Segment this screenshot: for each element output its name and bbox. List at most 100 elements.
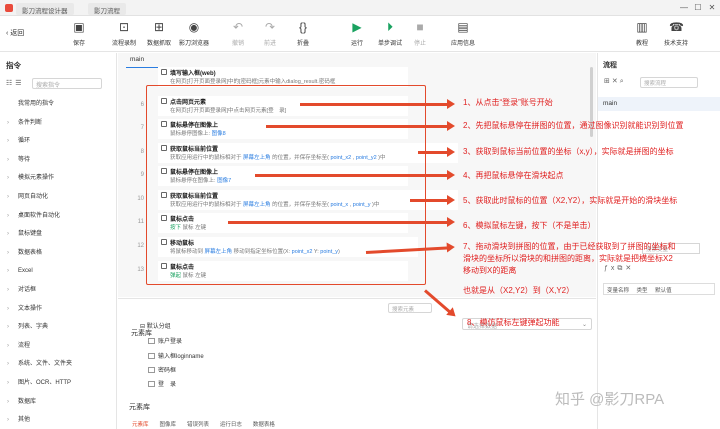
flow-item-main[interactable]: main <box>598 97 720 111</box>
step-number: 13 <box>137 267 144 273</box>
command-category[interactable]: › 模拟元素操作 <box>0 169 116 188</box>
window-tab-flow[interactable]: 影刀流程 <box>88 3 126 15</box>
tab-image-library[interactable]: 图像库 <box>159 420 176 428</box>
annotation-arrow <box>418 146 455 157</box>
step-description: 在网页[打开页面登录网]中的[密码框]元素中输入dialog_result.密码… <box>170 79 336 85</box>
browser-button[interactable]: ◉ 影刀浏览器 <box>176 20 212 47</box>
tree-item-account-login[interactable]: 账户登录 <box>148 336 182 345</box>
back-button[interactable]: ‹ 返回 <box>6 28 24 38</box>
minimize-icon[interactable]: — <box>678 2 690 13</box>
command-category[interactable]: › 鼠标键盘 <box>0 225 116 244</box>
command-category[interactable]: 我常用的指令 <box>0 95 116 114</box>
delete-icon[interactable]: ✕ <box>612 78 620 85</box>
tutorial-button[interactable]: ▥ 教程 <box>624 20 660 47</box>
run-icon: ▶ <box>352 20 362 34</box>
redo-icon: ↷ <box>264 20 276 34</box>
annotation-text: 6、模拟鼠标左键，按下（不是单击） <box>463 221 596 230</box>
debug-icon: ⏵ <box>386 20 393 34</box>
watermark: 知乎 @影刀RPA <box>555 391 665 408</box>
collapse-icon: ⊟ <box>140 324 147 330</box>
command-category-label: 循环 <box>18 138 31 145</box>
chevron-down-icon: ⌄ <box>581 322 587 328</box>
command-category[interactable]: › 等待 <box>0 151 116 170</box>
toolbar-label: 技术支持 <box>663 41 688 47</box>
run-button[interactable]: ▶ 运行 <box>339 20 375 47</box>
formula-icon[interactable]: ƒx <box>604 265 617 272</box>
command-category[interactable]: › 数据表格 <box>0 244 116 263</box>
save-button[interactable]: ▣ 保存 <box>61 20 97 47</box>
back-label: 返回 <box>10 30 25 37</box>
grab-button[interactable]: ⊞ 数据抓取 <box>141 20 177 47</box>
step-number: 10 <box>137 196 144 202</box>
close-icon[interactable]: ✕ <box>706 2 718 13</box>
annotation-arrow <box>255 169 455 180</box>
fold-button[interactable]: {} 折叠 <box>285 20 321 47</box>
maximize-icon[interactable]: ☐ <box>692 2 704 13</box>
command-category[interactable]: › 列表、字典 <box>0 318 116 337</box>
info-button[interactable]: ▤ 应用信息 <box>445 20 481 47</box>
tree-item-login[interactable]: 登 录 <box>148 379 176 388</box>
command-category-label: Excel <box>18 268 33 275</box>
command-panel-tools: ☷☰ <box>6 79 25 87</box>
command-category[interactable]: › 其他 <box>0 411 116 429</box>
tree-item-password[interactable]: 密码框 <box>148 365 176 374</box>
variable-table-header: 变量名称 类型 默认值 <box>603 283 715 295</box>
tree-group[interactable]: ⊟ 默认分组 <box>140 321 171 330</box>
search-icon[interactable]: ⌕ <box>620 78 626 85</box>
undo-button[interactable]: ↶ 撤销 <box>220 20 256 47</box>
step-number: 9 <box>140 172 144 178</box>
flow-step[interactable]: 填写输入框(web) 在网页[打开页面登录网]中的[密码框]元素中输入dialog… <box>158 67 408 87</box>
command-category[interactable]: › 文本操作 <box>0 300 116 319</box>
command-category[interactable]: › 系统、文件、文件夹 <box>0 355 116 374</box>
command-category[interactable]: › 网页自动化 <box>0 188 116 207</box>
close-icon[interactable]: ✕ <box>625 265 634 272</box>
chevron-right-icon: › <box>7 324 9 331</box>
redo-button[interactable]: ↷ 前进 <box>252 20 288 47</box>
command-category[interactable]: › 图片、OCR、HTTP <box>0 374 116 393</box>
command-category[interactable]: › 数据库 <box>0 393 116 412</box>
command-category[interactable]: › 流程 <box>0 337 116 356</box>
support-button[interactable]: ☎ 技术支持 <box>658 20 694 47</box>
command-category[interactable]: › 对话框 <box>0 281 116 300</box>
grab-icon: ⊞ <box>153 20 165 34</box>
window-tab-designer[interactable]: 影刀流程设计器 <box>16 3 74 15</box>
record-icon: ⊡ <box>118 20 130 34</box>
command-category-label: 网页自动化 <box>18 193 49 200</box>
list-icon[interactable]: ☷ <box>6 80 15 87</box>
step-number: 12 <box>137 243 144 249</box>
step-number: 8 <box>140 149 144 155</box>
menu-icon[interactable]: ☰ <box>15 80 24 87</box>
command-category[interactable]: › 桌面软件自动化 <box>0 207 116 226</box>
tab-run-log[interactable]: 运行日志 <box>220 420 242 428</box>
toolbar-label: 影刀浏览器 <box>178 41 209 47</box>
command-category-label: 等待 <box>18 156 31 163</box>
element-search-input[interactable]: 搜索元素 <box>388 303 432 313</box>
chevron-right-icon: › <box>7 193 9 200</box>
chevron-right-icon: › <box>7 268 9 275</box>
flow-search-input[interactable]: 搜索流程 <box>640 77 698 88</box>
tab-main[interactable]: main <box>130 56 144 63</box>
command-search-input[interactable]: 搜索指令 <box>32 78 102 89</box>
chevron-right-icon: › <box>7 249 9 256</box>
col-default: 默认值 <box>655 288 672 294</box>
toolbar-label: 停止 <box>413 41 426 47</box>
step-number: 11 <box>137 219 144 225</box>
toolbar-label: 流程录制 <box>111 41 136 47</box>
tab-error-list[interactable]: 错误列表 <box>187 420 209 428</box>
tab-data-table[interactable]: 数据表格 <box>253 420 275 428</box>
command-category-label: 列表、字典 <box>18 324 49 331</box>
command-category[interactable]: › 循环 <box>0 132 116 151</box>
record-button[interactable]: ⊡ 流程录制 <box>106 20 142 47</box>
command-category[interactable]: › 条件判断 <box>0 114 116 133</box>
col-type: 类型 <box>636 288 648 294</box>
stop-icon: ■ <box>416 20 424 34</box>
annotation-text: 也就是从（X2,Y2）到（X,Y2） <box>463 286 575 295</box>
command-category-label: 其他 <box>18 417 31 424</box>
add-icon[interactable]: ⊞ <box>604 78 612 85</box>
tree-item-username[interactable]: 输入框loginname <box>148 351 204 360</box>
command-category-label: 文本操作 <box>18 305 43 312</box>
tab-element-library[interactable]: 元素库 <box>132 420 149 428</box>
stop-button[interactable]: ■ 停止 <box>402 20 438 47</box>
annotation-arrow <box>266 120 455 131</box>
command-category[interactable]: › Excel <box>0 262 116 281</box>
